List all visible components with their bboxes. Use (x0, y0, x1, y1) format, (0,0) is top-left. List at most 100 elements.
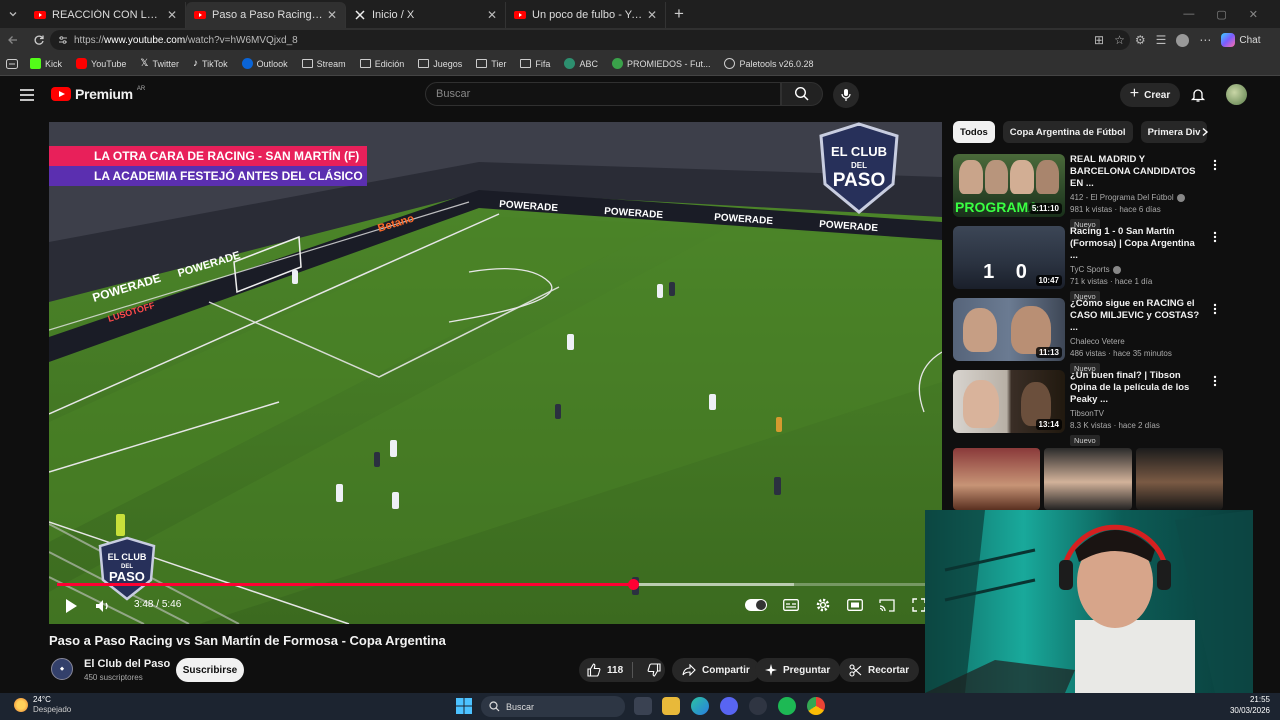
chevron-right-icon[interactable] (1198, 125, 1212, 139)
favorites-icon[interactable]: ☰ (1156, 33, 1167, 47)
subscribe-button[interactable]: Suscribirse (176, 658, 244, 682)
video-thumbnail[interactable]: PROGRAMA 5:11:10 (953, 154, 1065, 217)
bookmark-tier[interactable]: Tier (476, 59, 506, 69)
close-tab-icon[interactable]: ✕ (165, 8, 179, 22)
play-icon[interactable] (63, 597, 79, 615)
reading-view-icon[interactable] (6, 58, 18, 69)
bookmark-youtube[interactable]: YouTube (76, 58, 126, 69)
logo-line3: PASO (109, 569, 145, 584)
bookmark-juegos[interactable]: Juegos (418, 59, 462, 69)
close-tab-icon[interactable]: ✕ (645, 8, 659, 22)
search-input[interactable]: Buscar (425, 82, 781, 106)
app-available-icon[interactable]: ⊞ (1094, 33, 1104, 47)
settings-gear-icon[interactable] (813, 595, 833, 615)
volume-icon[interactable] (94, 597, 112, 615)
share-button[interactable]: Compartir (672, 658, 760, 682)
bookmark-twitter[interactable]: 𝕏 Twitter (140, 58, 179, 69)
favorite-star-icon[interactable]: ☆ (1114, 33, 1125, 47)
profile-icon[interactable] (1176, 33, 1190, 47)
video-thumbnail[interactable]: 11:13 (953, 298, 1065, 361)
more-vertical-icon[interactable] (1211, 374, 1219, 388)
dislike-button[interactable] (639, 663, 661, 677)
more-vertical-icon[interactable] (1211, 158, 1219, 172)
x-icon (354, 9, 366, 21)
file-explorer-icon[interactable] (662, 697, 680, 715)
ask-button[interactable]: Preguntar (755, 658, 841, 682)
bookmark-label: Tier (491, 58, 507, 69)
video-thumbnail[interactable]: 1 0 10:47 (953, 226, 1065, 289)
browser-tab[interactable]: Un poco de fulbo - YouTube ✕ (506, 2, 666, 28)
bookmark-promiedos[interactable]: PROMIEDOS - Fut... (611, 58, 710, 69)
task-view-icon[interactable] (634, 697, 652, 715)
address-bar: https://www.youtube.com/watch?v=hW6MVQjx… (0, 28, 1280, 52)
progress-bar[interactable] (57, 579, 934, 590)
recommended-video[interactable]: 13:14 ¿Un buen final? | Tibson Opina de … (953, 370, 1223, 446)
more-vertical-icon[interactable] (1211, 230, 1219, 244)
bookmark-abc[interactable]: ABC (564, 58, 598, 69)
more-vertical-icon[interactable] (1211, 302, 1219, 316)
extensions-icon[interactable]: ⚙ (1135, 33, 1146, 47)
bookmark-paletools[interactable]: Paletools v26.0.28 (724, 58, 814, 69)
bookmark-label: Twitter (152, 58, 179, 69)
weather-widget[interactable]: 24°C Despejado (14, 695, 71, 715)
url-field[interactable]: https://www.youtube.com/watch?v=hW6MVQjx… (50, 30, 1130, 50)
chip-copa-argentina[interactable]: Copa Argentina de Fútbol (1002, 121, 1133, 143)
browser-tab-active[interactable]: Paso a Paso Racing vs San Martín ✕ (186, 2, 346, 28)
video-player[interactable]: LA OTRA CARA DE RACING - SAN MARTÍN (F) … (49, 122, 942, 624)
steam-icon[interactable] (749, 697, 767, 715)
hamburger-menu-icon[interactable] (18, 86, 36, 104)
notifications-bell-icon[interactable] (1188, 85, 1208, 105)
windows-start-icon[interactable] (455, 697, 473, 715)
new-tab-icon[interactable]: + (666, 4, 692, 24)
chip-todos[interactable]: Todos (953, 121, 995, 143)
clip-button[interactable]: Recortar (839, 658, 920, 682)
video-thumbnail[interactable]: 13:14 (953, 370, 1065, 433)
bookmark-fifa[interactable]: Fifa (520, 59, 550, 69)
bookmark-stream[interactable]: Stream (301, 59, 346, 69)
channel-avatar[interactable]: ◆ (51, 658, 73, 680)
subtitles-icon[interactable] (781, 595, 801, 615)
autoplay-toggle[interactable] (745, 599, 767, 611)
tab-actions-menu-icon[interactable] (0, 0, 26, 28)
short-thumbnail[interactable] (1044, 448, 1132, 510)
short-thumbnail[interactable] (953, 448, 1041, 510)
close-window-icon[interactable]: ✕ (1249, 8, 1258, 21)
cast-icon[interactable] (877, 595, 897, 615)
site-info-icon[interactable] (58, 35, 68, 45)
create-button[interactable]: + Crear (1120, 83, 1180, 107)
more-options-icon[interactable]: ⋯ (1199, 33, 1211, 47)
short-thumbnail[interactable] (1135, 448, 1223, 510)
copilot-chat-button[interactable]: Chat (1221, 33, 1260, 47)
youtube-premium-logo[interactable]: Premium AR (51, 86, 145, 102)
discord-icon[interactable] (720, 697, 738, 715)
browser-tab[interactable]: Inicio / X ✕ (346, 2, 506, 28)
voice-search-button[interactable] (833, 82, 859, 108)
spotify-icon[interactable] (778, 697, 796, 715)
edge-icon[interactable] (691, 697, 709, 715)
recommended-video[interactable]: PROGRAMA 5:11:10 REAL MADRID Y BARCELONA… (953, 154, 1223, 230)
maximize-icon[interactable]: ▢ (1216, 8, 1226, 21)
account-avatar[interactable] (1226, 84, 1247, 105)
browser-tab[interactable]: REACCIÓN CON LOS HINCHAS / R ✕ (26, 2, 186, 28)
thumbnail-text: PROGRAMA (955, 199, 1039, 215)
close-tab-icon[interactable]: ✕ (325, 8, 339, 22)
bookmark-edicion[interactable]: Edición (359, 59, 404, 69)
bookmark-kick[interactable]: Kick (30, 58, 62, 69)
back-icon[interactable] (0, 28, 26, 52)
bookmark-tiktok[interactable]: ♪ TikTok (193, 58, 228, 69)
taskbar-search[interactable]: Buscar (481, 696, 625, 717)
system-clock[interactable]: 21:55 30/03/2026 (1222, 694, 1270, 716)
kick-icon (30, 58, 41, 69)
reload-icon[interactable] (26, 28, 52, 52)
bookmark-outlook[interactable]: Outlook (241, 58, 288, 69)
recommended-video[interactable]: 11:13 ¿Cómo sigue en RACING el CASO MILJ… (953, 298, 1223, 374)
minimize-icon[interactable]: — (1183, 8, 1194, 21)
youtube-icon (34, 9, 46, 21)
miniplayer-icon[interactable] (845, 595, 865, 615)
search-button[interactable] (781, 82, 823, 106)
chrome-icon[interactable] (807, 697, 825, 715)
channel-name[interactable]: El Club del Paso (84, 658, 170, 670)
like-button[interactable]: 118 (579, 662, 633, 678)
close-tab-icon[interactable]: ✕ (485, 8, 499, 22)
recommended-video[interactable]: 1 0 10:47 Racing 1 - 0 San Martín (Formo… (953, 226, 1223, 302)
